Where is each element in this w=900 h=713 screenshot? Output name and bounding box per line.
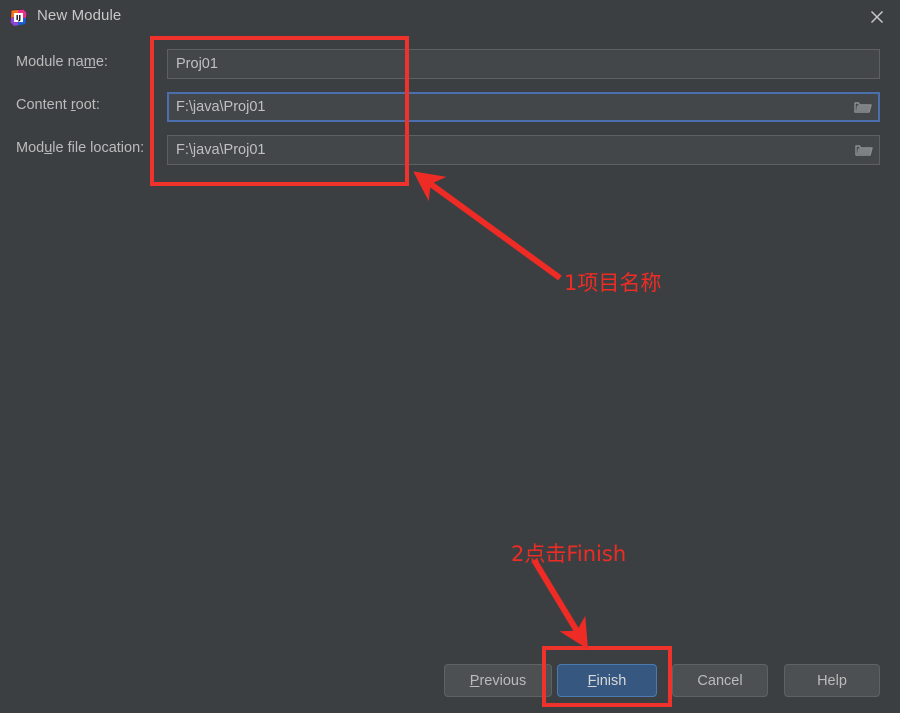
- folder-browse-icon[interactable]: [854, 99, 872, 115]
- intellij-idea-logo-icon: IJ: [9, 8, 28, 27]
- form-row-content-root: Content root: F:\java\Proj01: [0, 92, 900, 122]
- label-content-root: Content root:: [16, 97, 100, 113]
- module-file-location-value: F:\java\Proj01: [176, 142, 266, 158]
- close-icon[interactable]: [854, 0, 900, 34]
- form-row-module-name: Module name: Proj01: [0, 49, 900, 79]
- content-root-input[interactable]: F:\java\Proj01: [167, 92, 880, 122]
- content-root-value: F:\java\Proj01: [176, 99, 266, 115]
- label-module-file-location: Module file location:: [16, 140, 145, 156]
- annotation-note-1: 1项目名称: [564, 271, 662, 295]
- svg-text:IJ: IJ: [16, 14, 21, 22]
- previous-button[interactable]: Previous: [444, 664, 552, 697]
- annotation-note-2: 2点击Finish: [511, 542, 627, 566]
- folder-browse-icon[interactable]: [855, 142, 873, 158]
- module-file-location-input[interactable]: F:\java\Proj01: [167, 135, 880, 165]
- cancel-button[interactable]: Cancel: [672, 664, 768, 697]
- form-row-module-file-location: Module file location: F:\java\Proj01: [0, 135, 900, 165]
- page-title: New Module: [37, 7, 122, 24]
- module-name-input[interactable]: Proj01: [167, 49, 880, 79]
- help-button[interactable]: Help: [784, 664, 880, 697]
- dialog-title-bar: IJ New Module: [0, 0, 900, 34]
- module-name-value: Proj01: [176, 56, 218, 72]
- finish-button[interactable]: Finish: [557, 664, 657, 697]
- label-module-name: Module name:: [16, 54, 108, 70]
